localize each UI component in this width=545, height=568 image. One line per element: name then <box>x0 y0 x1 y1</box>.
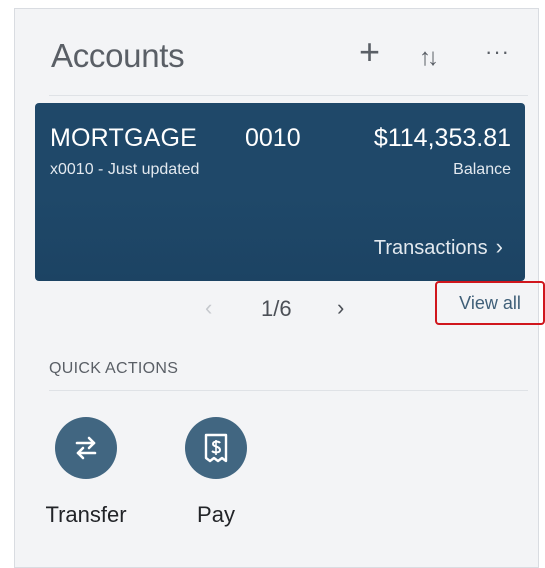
pay-icon <box>185 417 247 479</box>
account-number: 0010 <box>245 124 301 152</box>
account-subtitle: x0010 - Just updated <box>50 161 200 178</box>
pager-indicator: 1/6 <box>261 296 292 321</box>
balance-label: Balance <box>453 161 511 178</box>
quick-actions-divider <box>49 390 528 391</box>
transfer-icon <box>55 417 117 479</box>
account-balance-amount: $114,353.81 <box>373 124 511 152</box>
header-divider <box>49 95 528 96</box>
transactions-link[interactable]: Transactions › <box>374 234 503 260</box>
account-card[interactable]: MORTGAGE 0010 $114,353.81 x0010 - Just u… <box>35 103 525 281</box>
plus-icon[interactable]: + <box>359 34 380 70</box>
transactions-label: Transactions <box>373 237 488 259</box>
view-all-button[interactable]: View all <box>435 281 545 325</box>
pager-next-button[interactable]: › <box>337 295 344 321</box>
pay-label: Pay <box>197 502 235 527</box>
more-icon[interactable]: ··· <box>485 39 510 65</box>
sort-icon[interactable]: ↑↓ <box>419 44 439 72</box>
transfer-action[interactable]: Transfer <box>31 417 141 528</box>
page-title: Accounts <box>51 37 185 74</box>
account-name: MORTGAGE <box>50 124 197 152</box>
pager-prev-button[interactable]: ‹ <box>205 295 212 321</box>
transfer-label: Transfer <box>45 502 127 527</box>
chevron-right-icon: › <box>495 234 503 259</box>
pay-action[interactable]: Pay <box>161 417 271 528</box>
accounts-panel: Accounts + ↑↓ ··· MORTGAGE 0010 $114,353… <box>14 8 545 568</box>
quick-actions-heading: QUICK ACTIONS <box>49 360 179 377</box>
